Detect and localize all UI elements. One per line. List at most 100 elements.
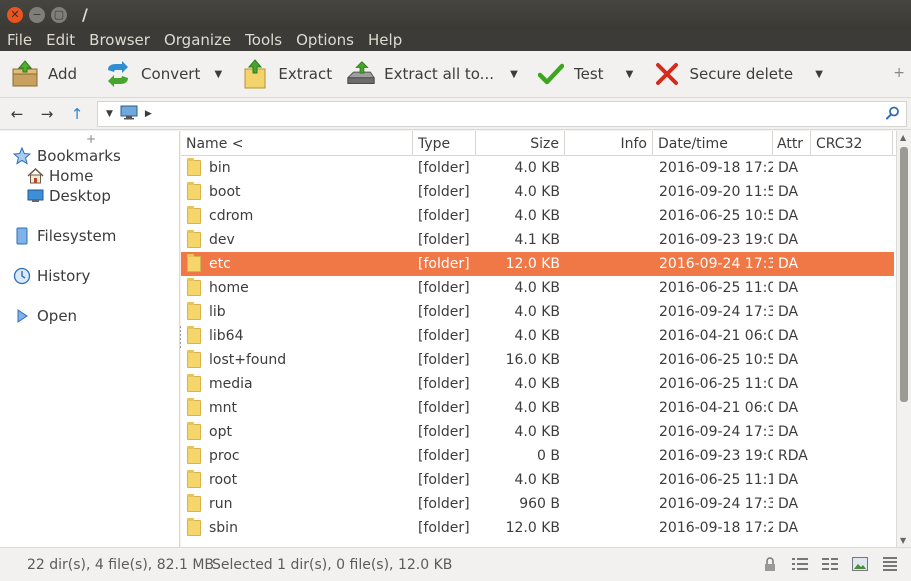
cell-size: 12.0 KB — [505, 520, 560, 536]
back-arrow-icon[interactable]: ← — [2, 99, 32, 129]
sidebar-item-label: Home — [49, 167, 94, 185]
forward-arrow-icon[interactable]: → — [32, 99, 62, 129]
menu-file[interactable]: File — [0, 31, 39, 49]
thumbnail-view-icon[interactable] — [851, 556, 869, 572]
hash-view-icon[interactable] — [881, 556, 899, 572]
sidebar-item-bookmarks[interactable]: Bookmarks — [13, 147, 121, 165]
star-icon — [13, 147, 31, 165]
menu-browser[interactable]: Browser — [82, 31, 157, 49]
extract-label: Extract — [278, 65, 333, 83]
convert-button[interactable]: Convert — [97, 54, 206, 94]
checkmark-icon — [536, 59, 566, 89]
menu-tools[interactable]: Tools — [238, 31, 289, 49]
cell-crc — [816, 180, 891, 204]
table-row[interactable]: bin [folder] 4.0 KB 2016-09-18 17:24: DA — [181, 156, 894, 180]
path-history-dropdown-icon[interactable]: ▼ — [106, 109, 113, 119]
menu-edit[interactable]: Edit — [39, 31, 82, 49]
secure-delete-button[interactable]: Secure delete — [646, 54, 800, 94]
menu-options[interactable]: Options — [289, 31, 361, 49]
table-row[interactable]: lost+found [folder] 16.0 KB 2016-06-25 10:5… — [181, 348, 894, 372]
cell-attr: DA — [778, 400, 799, 416]
details-view-icon[interactable] — [791, 556, 809, 572]
maximize-window-icon[interactable]: ▢ — [51, 6, 67, 23]
table-row[interactable]: sbin [folder] 12.0 KB 2016-09-18 17:24: DA — [181, 516, 894, 540]
folder-icon — [187, 492, 203, 516]
table-row[interactable]: etc [folder] 12.0 KB 2016-09-24 17:38: DA — [181, 252, 894, 276]
cell-crc — [816, 468, 891, 492]
column-header-size[interactable]: Size — [476, 131, 565, 156]
close-window-icon[interactable]: ✕ — [7, 6, 23, 23]
table-row[interactable]: media [folder] 4.0 KB 2016-06-25 11:09: DA — [181, 372, 894, 396]
cell-attr: DA — [778, 184, 799, 200]
column-header-type[interactable]: Type — [413, 131, 476, 156]
cell-info — [565, 204, 648, 228]
extract-all-button[interactable]: Extract all to... — [340, 54, 500, 94]
column-header-info[interactable]: Info — [565, 131, 653, 156]
extract-button[interactable]: Extract — [234, 54, 338, 94]
vertical-scrollbar[interactable]: ▲ ▼ — [896, 131, 911, 547]
table-row[interactable]: boot [folder] 4.0 KB 2016-09-20 11:55: DA — [181, 180, 894, 204]
up-arrow-icon[interactable]: ↑ — [62, 99, 92, 129]
sidebar-item-label: History — [37, 267, 91, 285]
cell-crc — [816, 324, 891, 348]
cell-name: root — [209, 472, 238, 488]
toolbar-expand-icon[interactable]: + — [893, 65, 905, 81]
convert-dropdown-icon[interactable]: ▼ — [210, 69, 226, 80]
test-dropdown-icon[interactable]: ▼ — [622, 69, 638, 80]
table-row[interactable]: root [folder] 4.0 KB 2016-06-25 11:10: DA — [181, 468, 894, 492]
menu-organize[interactable]: Organize — [157, 31, 238, 49]
cell-attr: DA — [778, 424, 799, 440]
test-label: Test — [573, 65, 604, 83]
sidebar-item-desktop[interactable]: Desktop — [26, 187, 111, 205]
path-field[interactable]: ▼ ▶ — [97, 101, 907, 127]
table-row[interactable]: opt [folder] 4.0 KB 2016-09-24 17:38: DA — [181, 420, 894, 444]
status-summary: 22 dir(s), 4 file(s), 82.1 MB — [27, 556, 215, 573]
minimize-window-icon[interactable]: − — [29, 6, 45, 23]
table-row[interactable]: mnt [folder] 4.0 KB 2016-04-21 06:07: DA — [181, 396, 894, 420]
column-header-crc32[interactable]: CRC32 — [811, 131, 893, 156]
cell-size: 4.0 KB — [514, 160, 561, 176]
table-row[interactable]: lib [folder] 4.0 KB 2016-09-24 17:38: DA — [181, 300, 894, 324]
cell-name: media — [209, 376, 253, 392]
table-row[interactable]: home [folder] 4.0 KB 2016-06-25 11:01: DA — [181, 276, 894, 300]
table-row[interactable]: proc [folder] 0 B 2016-09-23 19:02: RDA — [181, 444, 894, 468]
folder-icon — [187, 372, 203, 396]
cell-info — [565, 276, 648, 300]
sidebar-item-label: Desktop — [49, 187, 111, 205]
cell-attr: DA — [778, 472, 799, 488]
list-view-icon[interactable] — [821, 556, 839, 572]
extract-all-dropdown-icon[interactable]: ▼ — [506, 69, 522, 80]
play-icon — [13, 307, 31, 325]
add-button[interactable]: Add — [4, 54, 83, 94]
scroll-up-icon[interactable]: ▲ — [900, 133, 906, 142]
test-button[interactable]: Test — [530, 54, 610, 94]
column-header-datetime[interactable]: Date/time — [653, 131, 773, 156]
scrollbar-thumb[interactable] — [900, 147, 908, 402]
lock-icon[interactable] — [761, 556, 779, 572]
computer-icon[interactable] — [120, 105, 138, 124]
search-icon[interactable] — [886, 106, 900, 124]
convert-label: Convert — [141, 65, 201, 83]
folder-icon — [187, 396, 203, 420]
cell-date: 2016-09-24 17:38: — [659, 424, 773, 440]
column-header-attr[interactable]: Attr — [773, 131, 811, 156]
folder-icon — [187, 468, 203, 492]
extract-icon — [240, 59, 270, 89]
table-row[interactable]: dev [folder] 4.1 KB 2016-09-23 19:03: DA — [181, 228, 894, 252]
table-row[interactable]: cdrom [folder] 4.0 KB 2016-06-25 10:59: DA — [181, 204, 894, 228]
table-row[interactable]: lib64 [folder] 4.0 KB 2016-04-21 06:07: DA — [181, 324, 894, 348]
extract-all-icon — [346, 59, 376, 89]
sidebar-expand-icon[interactable]: + — [86, 132, 96, 146]
sidebar-item-history[interactable]: History — [13, 267, 90, 285]
cell-attr: DA — [778, 304, 799, 320]
sidebar-item-filesystem[interactable]: Filesystem — [13, 227, 116, 245]
column-header: Name < Type Size Info Date/time Attr CRC… — [181, 131, 896, 156]
column-header-name[interactable]: Name < — [181, 131, 413, 156]
scroll-down-icon[interactable]: ▼ — [900, 536, 906, 545]
secure-delete-dropdown-icon[interactable]: ▼ — [811, 69, 827, 80]
path-separator-icon[interactable]: ▶ — [145, 109, 152, 119]
sidebar-item-open[interactable]: Open — [13, 307, 77, 325]
sidebar-item-home[interactable]: Home — [26, 167, 93, 185]
table-row[interactable]: run [folder] 960 B 2016-09-24 17:38: DA — [181, 492, 894, 516]
menu-help[interactable]: Help — [361, 31, 409, 49]
